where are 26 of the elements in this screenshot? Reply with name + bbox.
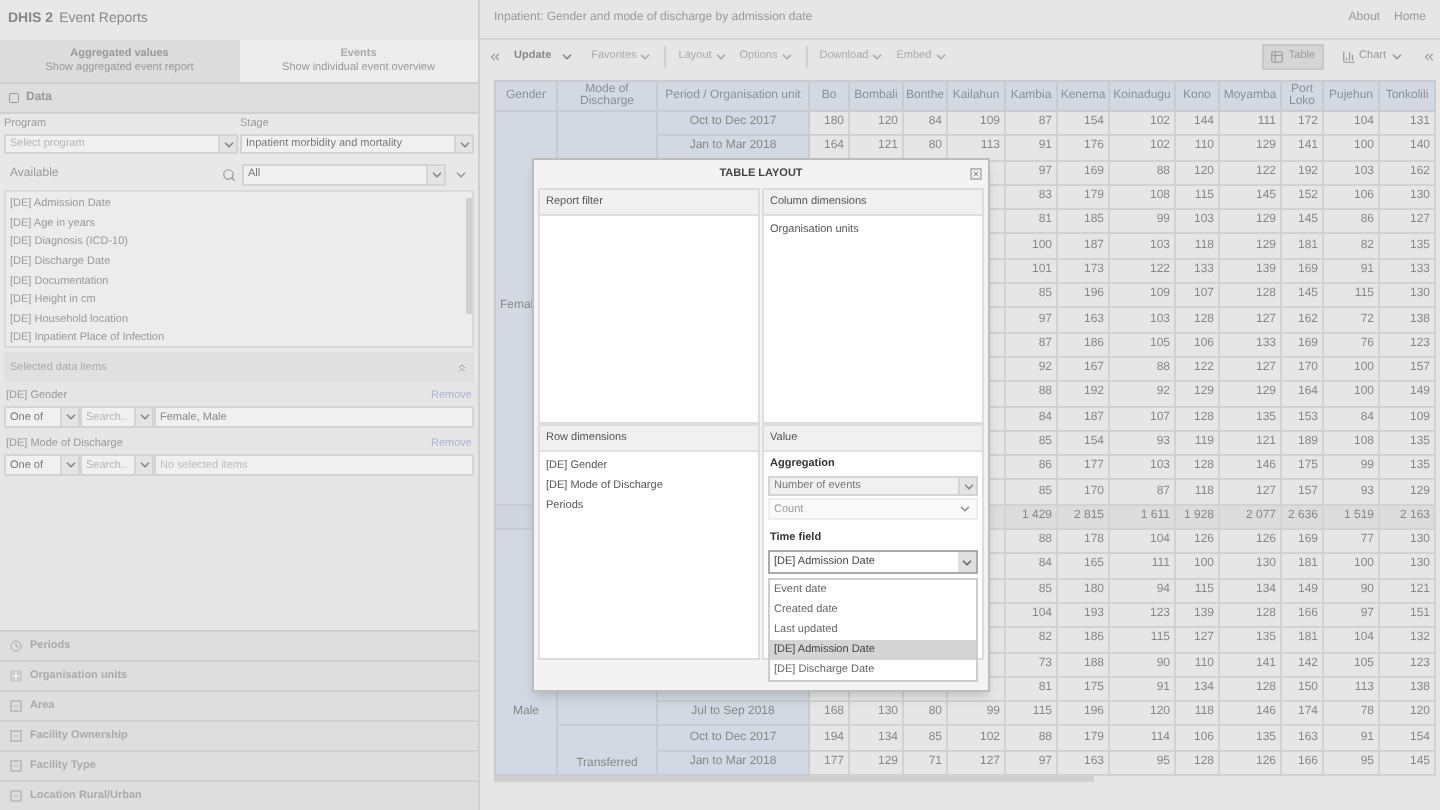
search-icon[interactable] — [222, 167, 236, 182]
group-icon — [10, 730, 22, 742]
caret-icon — [63, 410, 77, 425]
group-icon — [10, 700, 22, 712]
chart-icon — [1341, 50, 1356, 64]
data-icon — [8, 92, 20, 104]
clock-icon — [10, 640, 22, 652]
caret-icon — [779, 50, 794, 64]
plus-icon — [10, 670, 22, 682]
table-icon — [1270, 50, 1285, 64]
caret-icon — [960, 555, 974, 570]
collapse-panel-icon[interactable] — [488, 50, 502, 64]
caret-icon — [1390, 50, 1404, 64]
collapse-panel-icon[interactable] — [1422, 50, 1436, 64]
caret-icon — [933, 50, 948, 64]
caret-icon — [559, 50, 574, 64]
caret-icon — [137, 410, 151, 425]
group-icon — [10, 790, 22, 802]
caret-icon — [638, 50, 653, 64]
caret-icon — [221, 137, 235, 152]
close-icon[interactable] — [970, 168, 982, 180]
caret-icon — [137, 458, 151, 473]
caret-icon — [713, 50, 728, 64]
caret-icon — [870, 50, 885, 64]
caret-icon — [63, 458, 77, 473]
group-icon — [10, 760, 22, 772]
